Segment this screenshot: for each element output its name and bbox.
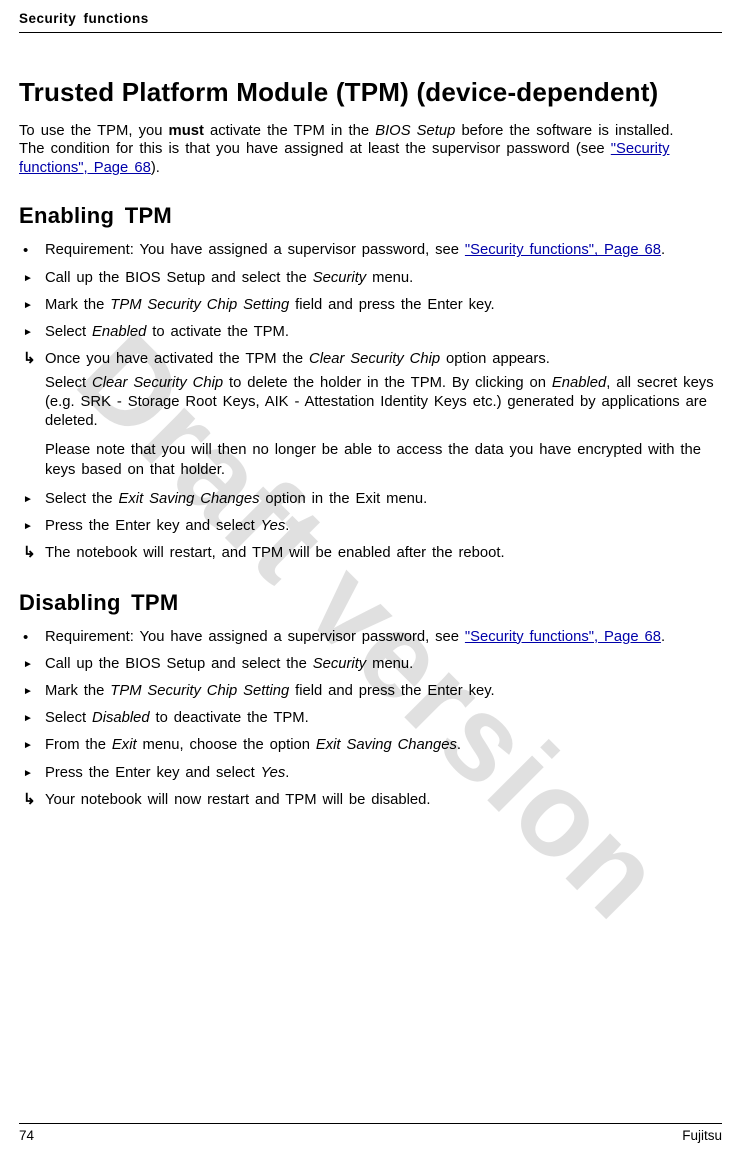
list-item: Your notebook will now restart and TPM w…: [23, 791, 722, 810]
enabling-steps: Requirement: You have assigned a supervi…: [19, 241, 722, 563]
text-italic: Exit Saving Changes: [316, 737, 457, 753]
list-item: Select Disabled to deactivate the TPM.: [23, 709, 722, 728]
text-italic: Yes: [261, 518, 286, 534]
text-italic: Clear Security Chip: [92, 375, 223, 391]
text: menu, choose the option: [137, 737, 316, 753]
list-item: From the Exit menu, choose the option Ex…: [23, 736, 722, 755]
text: Select: [45, 375, 92, 391]
text: ).: [151, 160, 160, 176]
text-italic: Clear Security Chip: [309, 351, 440, 367]
list-item: Call up the BIOS Setup and select the Se…: [23, 655, 722, 674]
text: option in the Exit menu.: [260, 491, 428, 507]
text: Press the Enter key and select: [45, 518, 261, 534]
text-italic: Enabled: [92, 324, 146, 340]
text: Mark the: [45, 297, 110, 313]
list-item: Press the Enter key and select Yes.: [23, 764, 722, 783]
heading-enabling-tpm: Enabling TPM: [19, 203, 722, 229]
list-item: Call up the BIOS Setup and select the Se…: [23, 269, 722, 288]
text-block: Select Clear Security Chip to delete the…: [45, 374, 722, 432]
text: menu.: [366, 656, 413, 672]
list-item: Requirement: You have assigned a supervi…: [23, 241, 722, 260]
text: Select: [45, 324, 92, 340]
brand-name: Fujitsu: [682, 1128, 722, 1143]
text: field and press the Enter key.: [289, 683, 494, 699]
page-number: 74: [19, 1128, 34, 1143]
text: Once you have activated the TPM the: [45, 351, 309, 367]
list-item: Mark the TPM Security Chip Setting field…: [23, 682, 722, 701]
text: Call up the BIOS Setup and select the: [45, 656, 313, 672]
running-header: Security functions: [19, 11, 722, 33]
text: menu.: [366, 270, 413, 286]
text: Requirement: You have assigned a supervi…: [45, 629, 465, 645]
list-item: Select Enabled to activate the TPM.: [23, 323, 722, 342]
text-block: Please note that you will then no longer…: [45, 441, 722, 479]
text-italic: TPM Security Chip Setting: [110, 683, 289, 699]
text: From the: [45, 737, 112, 753]
text: Select: [45, 710, 92, 726]
list-item: Once you have activated the TPM the Clea…: [23, 350, 722, 479]
text-italic: Security: [313, 656, 366, 672]
link-security-functions[interactable]: "Security functions", Page 68: [465, 242, 661, 258]
disabling-steps: Requirement: You have assigned a supervi…: [19, 628, 722, 811]
text: field and press the Enter key.: [289, 297, 494, 313]
text-italic: BIOS Setup: [375, 123, 455, 139]
text: Mark the: [45, 683, 110, 699]
text: .: [661, 242, 665, 258]
text-italic: Yes: [261, 765, 286, 781]
text: Press the Enter key and select: [45, 765, 261, 781]
text: to activate the TPM.: [146, 324, 289, 340]
text: Requirement: You have assigned a supervi…: [45, 242, 465, 258]
text: Select the: [45, 491, 119, 507]
list-item: Mark the TPM Security Chip Setting field…: [23, 296, 722, 315]
page-title: Trusted Platform Module (TPM) (device-de…: [19, 77, 722, 108]
text-italic: TPM Security Chip Setting: [110, 297, 289, 313]
text-italic: Exit: [112, 737, 137, 753]
text-italic: Disabled: [92, 710, 150, 726]
text: to deactivate the TPM.: [150, 710, 309, 726]
list-item: Select the Exit Saving Changes option in…: [23, 490, 722, 509]
text: to delete the holder in the TPM. By clic…: [223, 375, 552, 391]
link-security-functions[interactable]: "Security functions", Page 68: [465, 629, 661, 645]
list-item: Press the Enter key and select Yes.: [23, 517, 722, 536]
text: activate the TPM in the: [204, 123, 375, 139]
text: To use the TPM, you: [19, 123, 169, 139]
text-italic: Security: [313, 270, 366, 286]
list-item: Requirement: You have assigned a supervi…: [23, 628, 722, 647]
text-italic: Enabled: [552, 375, 606, 391]
text: .: [285, 765, 289, 781]
text-bold: must: [169, 123, 204, 139]
page-footer: 74 Fujitsu: [19, 1123, 722, 1143]
text: .: [285, 518, 289, 534]
list-item: The notebook will restart, and TPM will …: [23, 544, 722, 563]
intro-paragraph: To use the TPM, you must activate the TP…: [19, 122, 679, 177]
text: option appears.: [440, 351, 550, 367]
heading-disabling-tpm: Disabling TPM: [19, 590, 722, 616]
text: Call up the BIOS Setup and select the: [45, 270, 313, 286]
text: .: [457, 737, 461, 753]
text-italic: Exit Saving Changes: [119, 491, 260, 507]
text: .: [661, 629, 665, 645]
